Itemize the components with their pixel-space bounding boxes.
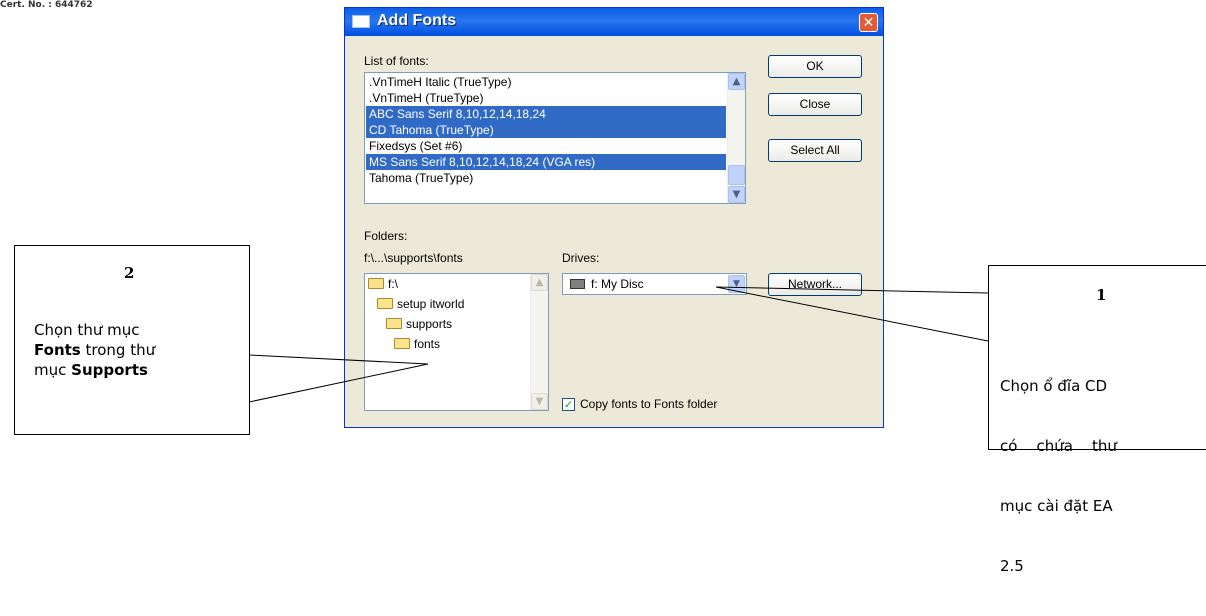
callout-text: Chọn ổ đĩa CD có chứa thư mục cài đặt EA… [1000,377,1117,575]
callout-1-line-bottom [715,286,989,342]
callout-box-2: 2 Chọn thư mục Fonts trong thư mục Suppo… [14,245,250,435]
callout-number: 2 [124,264,135,282]
callout-text: Chọn thư mục Fonts trong thư mục Support… [34,321,156,379]
callout-2-line-top [248,354,429,365]
callout-box-1: 1 Chọn ổ đĩa CD có chứa thư mục cài đặt … [988,265,1206,575]
callout-1-line-top [715,286,989,294]
callout-2-line-bottom [248,363,429,403]
callout-number: 1 [1096,286,1107,304]
